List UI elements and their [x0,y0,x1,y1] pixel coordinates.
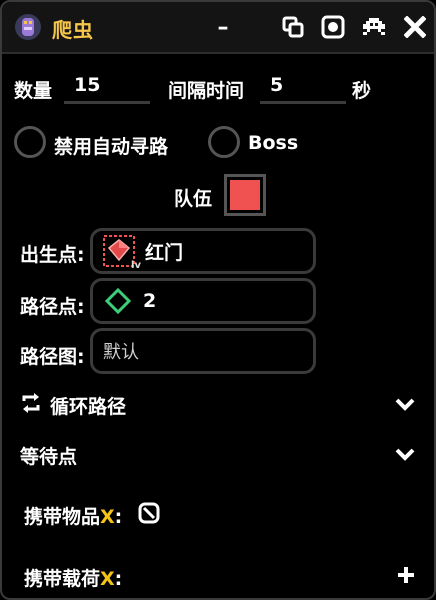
window-title: 爬虫 [52,18,94,42]
carry-payload-colon: : [114,568,123,590]
spawn-value: 红门 [145,241,184,264]
waypoint-field[interactable]: 2 [90,278,316,324]
minimize-icon: – [217,14,229,40]
boss-label: Boss [248,132,299,154]
invader-button[interactable] [359,12,389,42]
record-icon [321,15,345,39]
pathmap-label: 路径图: [20,346,85,368]
boss-checkbox[interactable] [208,126,240,158]
app-icon [15,14,41,40]
loop-icon [22,393,40,413]
chevron-down-icon [395,448,415,461]
clear-items-icon[interactable] [138,502,160,524]
interval-label: 间隔时间 [168,80,245,102]
interval-unit: 秒 [352,80,372,102]
loop-path-row[interactable]: 循环路径 [2,386,434,422]
minimize-button[interactable]: – [208,12,238,42]
disable-pathfinding-checkbox[interactable] [14,126,46,158]
carry-payload-row: 携带载荷X: [2,560,434,592]
carry-payload-x: X [100,568,115,590]
disable-pathfinding-label: 禁用自动寻路 [54,136,169,158]
copy-button[interactable] [278,12,308,42]
add-payload-icon[interactable] [396,565,416,585]
chevron-down-icon [395,398,415,411]
record-button[interactable] [318,12,348,42]
spawn-badge: lv [131,260,141,271]
spawn-core-icon: lv [103,235,141,271]
quantity-label: 数量 [14,80,53,102]
title-bar[interactable]: 爬虫 – [2,2,434,54]
carry-payload-label: 携带载荷 [24,568,101,590]
copy-icon [282,16,304,38]
carry-items-row: 携带物品X: [2,498,434,530]
loop-path-label: 循环路径 [50,396,127,418]
close-icon [404,16,426,38]
close-button[interactable] [400,12,430,42]
quantity-input[interactable]: 15 [64,70,150,104]
spawn-label: 出生点: [20,244,85,266]
interval-input[interactable]: 5 [260,70,346,104]
enemy-config-window: 爬虫 – 数量 15 间隔时间 5 秒 禁用自动寻路 Boss 队伍 出生点: … [0,0,436,600]
carry-items-label: 携带物品 [24,506,101,528]
team-color-swatch[interactable] [224,174,266,216]
team-label: 队伍 [174,188,213,210]
pathmap-field[interactable]: 默认 [90,328,316,374]
waypoint-value: 2 [143,290,157,312]
carry-items-x: X [100,506,115,528]
pathmap-placeholder: 默认 [103,342,139,363]
waypoint-icon [104,287,132,315]
waypoint-label: 路径点: [20,296,85,318]
carry-items-colon: : [114,506,123,528]
spawn-field[interactable]: lv 红门 [90,228,316,274]
invader-icon [363,18,385,35]
wait-point-row[interactable]: 等待点 [2,436,434,472]
wait-point-label: 等待点 [20,446,78,468]
